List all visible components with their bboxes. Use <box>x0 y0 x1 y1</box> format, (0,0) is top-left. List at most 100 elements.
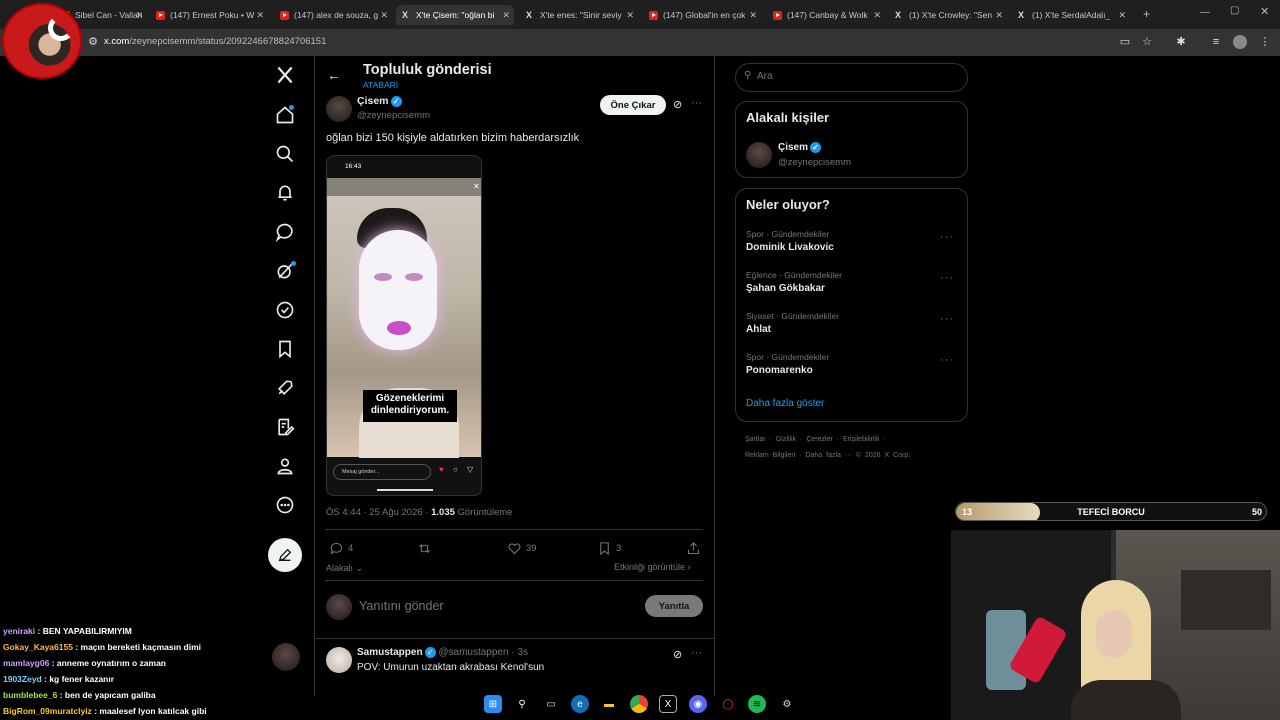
browser-menu-icon[interactable]: ⋮ <box>1258 35 1272 49</box>
grok-analyze-icon[interactable]: ⊘ <box>673 98 682 111</box>
reply-submit-button[interactable]: Yanıtla <box>645 595 703 617</box>
show-more-link[interactable]: Daha fazla göster <box>746 398 824 409</box>
bookmark-star-icon[interactable]: ☆ <box>1140 35 1154 49</box>
bookmarks-icon[interactable] <box>274 338 296 360</box>
opera-icon[interactable]: ◯ <box>719 695 737 713</box>
reply-grok-icon[interactable]: ⊘ <box>673 648 682 661</box>
tab-close-icon[interactable]: ✕ <box>135 10 143 21</box>
footer-cookies-link[interactable]: Çerezler <box>806 436 832 443</box>
extensions-icon[interactable]: ✱ <box>1174 35 1188 49</box>
profile-avatar[interactable] <box>1233 35 1247 49</box>
compose-post-button[interactable] <box>268 538 302 572</box>
taskbar-search-icon[interactable]: ⚲ <box>513 695 531 713</box>
tab-2[interactable]: (147) Ernest Poku • W ✕ <box>150 5 268 25</box>
profile-icon[interactable] <box>274 455 296 477</box>
related-person-handle[interactable]: @zeynepcisemm <box>778 157 851 168</box>
author-name[interactable]: Çisem <box>357 95 389 107</box>
tab-9[interactable]: X (1) X'te SerdalAdalı_ ✕ <box>1012 5 1130 25</box>
footer-ads-link[interactable]: Reklam Bilgileri <box>745 452 795 459</box>
steam-icon[interactable]: ⚙ <box>778 695 796 713</box>
spotify-icon[interactable]: ≋ <box>748 695 766 713</box>
tab-close-icon[interactable]: ✕ <box>380 10 388 21</box>
maximize-icon[interactable]: ▢ <box>1230 5 1239 16</box>
trend-item[interactable]: Spor · Gündemdekiler Dominik Livakovic ··· <box>746 229 966 253</box>
premium-rocket-icon[interactable] <box>274 377 296 399</box>
bookmark-action[interactable]: 3 <box>597 541 621 556</box>
task-view-icon[interactable]: ▭ <box>542 695 560 713</box>
reply-author-avatar[interactable] <box>326 647 352 673</box>
author-handle[interactable]: @zeynepcisemm <box>357 110 430 121</box>
tab-close-icon[interactable]: ✕ <box>626 10 634 21</box>
tab-7[interactable]: (147) Canbay & Wolk ✕ <box>767 5 885 25</box>
reply-more-icon[interactable]: ··· <box>691 647 702 659</box>
more-options-icon[interactable] <box>274 494 296 516</box>
chrome-icon[interactable] <box>630 695 648 713</box>
x-app-icon[interactable]: X <box>659 695 677 713</box>
tab-4[interactable]: X X'te Çisem: "oğlan bi ✕ <box>396 5 514 25</box>
repost-action[interactable] <box>417 541 436 556</box>
tab-close-icon[interactable]: ✕ <box>502 10 510 21</box>
close-window-icon[interactable]: ✕ <box>1260 5 1269 18</box>
related-person-name[interactable]: Çisem <box>778 142 808 153</box>
author-name-row[interactable]: Çisem ✓ <box>357 95 402 107</box>
reply-time[interactable]: · 3s <box>511 647 528 658</box>
discord-icon[interactable]: ◉ <box>689 695 707 713</box>
reply-author-handle[interactable]: @samustappen <box>438 647 508 658</box>
messages-icon[interactable] <box>274 221 296 243</box>
post-media[interactable]: 16:43 ✕ Gözeneklerimi dinlendiriyorum. M… <box>326 155 482 496</box>
windows-start-icon[interactable]: ⊞ <box>484 695 502 713</box>
verified-orgs-icon[interactable] <box>274 299 296 321</box>
share-action[interactable] <box>686 541 705 556</box>
trend-item[interactable]: Eğlence · Gündemdekiler Şahan Gökbakar ··· <box>746 270 966 294</box>
minimize-icon[interactable]: — <box>1200 7 1210 18</box>
back-arrow-icon[interactable]: ← <box>327 67 341 83</box>
trend-more-icon[interactable]: ··· <box>940 354 954 366</box>
trend-item[interactable]: Spor · Gündemdekiler Ponomarenko ··· <box>746 352 966 376</box>
file-explorer-icon[interactable]: ▬ <box>600 695 618 713</box>
trend-more-icon[interactable]: ··· <box>940 313 954 325</box>
community-name-link[interactable]: ATABARI <box>363 80 398 90</box>
reply-author-name[interactable]: Samustappen <box>357 647 423 658</box>
related-person-name-row[interactable]: Çisem ✓ <box>778 142 822 153</box>
author-avatar[interactable] <box>326 96 352 122</box>
reading-list-icon[interactable]: ≡ <box>1209 35 1223 49</box>
x-logo-icon[interactable] <box>274 64 296 86</box>
explore-icon[interactable] <box>274 143 296 165</box>
tab-close-icon[interactable]: ✕ <box>873 10 881 21</box>
search-input[interactable]: Ara <box>757 71 773 82</box>
post-timestamp[interactable]: ÖS 4:44 · 25 Ağu 2026 · <box>326 507 428 518</box>
account-avatar[interactable] <box>272 643 300 671</box>
communities-icon[interactable] <box>274 416 296 438</box>
feature-post-button[interactable]: Öne Çıkar <box>600 95 666 115</box>
tab-close-icon[interactable]: ✕ <box>749 10 757 21</box>
relevance-dropdown[interactable]: Alakalı ⌄ <box>326 563 363 574</box>
related-person-avatar[interactable] <box>746 142 772 168</box>
tab-close-icon[interactable]: ✕ <box>995 10 1003 21</box>
like-action[interactable]: 39 <box>507 541 537 556</box>
notifications-icon[interactable] <box>274 182 296 204</box>
tab-close-icon[interactable]: ✕ <box>256 10 264 21</box>
footer-more-link[interactable]: Daha fazla ··· <box>805 452 851 459</box>
trend-more-icon[interactable]: ··· <box>940 231 954 243</box>
view-activity-link[interactable]: Etkinliği görüntüle › <box>614 562 691 572</box>
tab-5[interactable]: X X'te enes: "Sinir seviy ✕ <box>520 5 638 25</box>
tab-8[interactable]: X (1) X'te Crowley: "Sen ✕ <box>889 5 1007 25</box>
trend-more-icon[interactable]: ··· <box>940 272 954 284</box>
tab-close-icon[interactable]: ✕ <box>1118 10 1126 21</box>
url-text[interactable]: x.com/zeynepcisemm/status/20922466788247… <box>104 36 326 47</box>
home-icon[interactable] <box>274 104 296 126</box>
cast-icon[interactable]: ▭ <box>1118 35 1132 49</box>
tab-3[interactable]: (147) alex de souza, g ✕ <box>274 5 392 25</box>
trend-item[interactable]: Siyaset · Gündemdekiler Ahlat ··· <box>746 311 966 335</box>
post-more-icon[interactable]: ··· <box>691 97 702 109</box>
grok-icon[interactable] <box>274 260 296 282</box>
footer-privacy-link[interactable]: Gizlilik <box>776 436 796 443</box>
site-info-icon[interactable]: ⚙ <box>86 35 100 49</box>
tab-6[interactable]: (147) Global'in en çok ✕ <box>643 5 761 25</box>
reply-input[interactable]: Yanıtını gönder <box>359 599 444 613</box>
footer-accessibility-link[interactable]: Erişilebilirlik <box>843 436 880 443</box>
edge-icon[interactable]: e <box>571 695 589 713</box>
new-tab-icon[interactable]: + <box>1143 7 1150 21</box>
reply-action[interactable]: 4 <box>329 541 353 556</box>
footer-terms-link[interactable]: Şartlar <box>745 436 766 443</box>
